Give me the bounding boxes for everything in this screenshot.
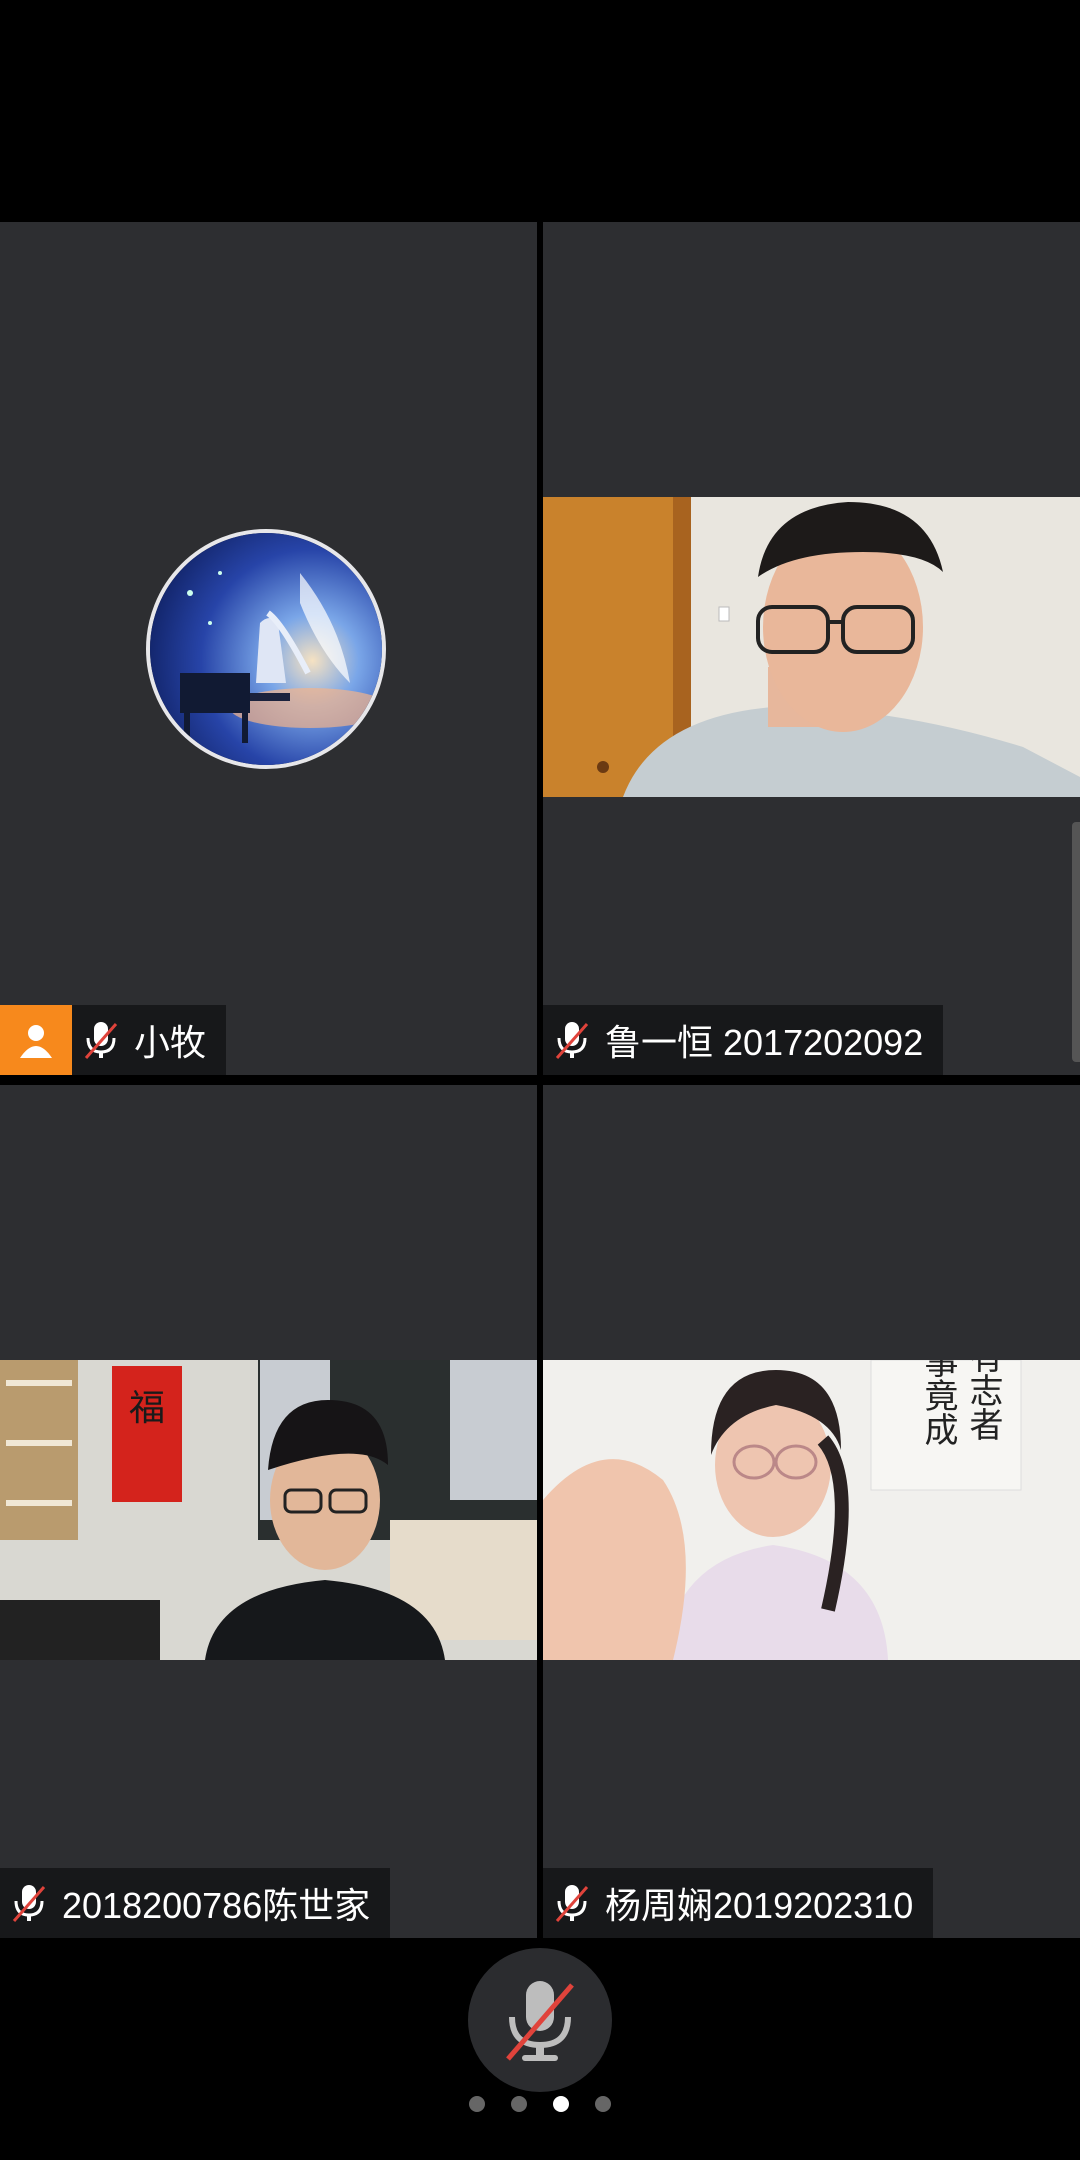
video-frame-image: 有志者 事竟成 [543, 1360, 1080, 1660]
participant-tile-2[interactable]: 鲁一恒 2017202092 [543, 222, 1080, 1075]
scroll-handle[interactable] [1072, 822, 1080, 1062]
participant-name: 杨周娴2019202310 [605, 1885, 914, 1926]
video-grid: 小牧 鲁一恒 2017202092 福 2018200786陈世家 有志者 事竟… [0, 222, 1080, 1938]
host-badge [0, 1005, 72, 1075]
person-icon [20, 1025, 52, 1058]
participant-avatar [146, 529, 386, 769]
mic-muted-icon [72, 1005, 130, 1075]
page-dot-4[interactable] [595, 2096, 611, 2112]
poster-char: 福 [129, 1388, 165, 1429]
video-frame-image: 福 [0, 1360, 537, 1660]
mic-muted-icon [0, 1868, 58, 1938]
participant-name: 2018200786陈世家 [62, 1885, 371, 1926]
participant-label: 小牧 [0, 1005, 227, 1075]
self-mic-toggle-button[interactable] [468, 1948, 612, 2092]
participant-label: 杨周娴2019202310 [543, 1868, 934, 1938]
mic-muted-icon [506, 1981, 574, 2061]
page-dot-3-active[interactable] [553, 2096, 569, 2112]
participant-name: 小牧 [134, 1022, 207, 1063]
participant-video [543, 497, 1080, 797]
participant-video: 福 [0, 1360, 537, 1660]
participant-name: 鲁一恒 2017202092 [605, 1022, 924, 1063]
mic-muted-icon [543, 1005, 601, 1075]
page-indicator [0, 2096, 1080, 2112]
participant-label: 2018200786陈世家 [0, 1868, 391, 1938]
participant-video: 有志者 事竟成 [543, 1360, 1080, 1660]
participant-label: 鲁一恒 2017202092 [543, 1005, 944, 1075]
mic-muted-icon [543, 1868, 601, 1938]
participant-tile-1[interactable]: 小牧 [0, 222, 537, 1075]
participant-tile-3[interactable]: 福 2018200786陈世家 [0, 1085, 537, 1938]
calligraphy-line-1: 有志者 [963, 1360, 1003, 1441]
page-dot-1[interactable] [469, 2096, 485, 2112]
participant-tile-4[interactable]: 有志者 事竟成 杨周娴2019202310 [543, 1085, 1080, 1938]
page-dot-2[interactable] [511, 2096, 527, 2112]
video-frame-image [543, 497, 1080, 797]
calligraphy-line-2: 事竟成 [918, 1360, 958, 1446]
avatar-anime-piano-icon [150, 533, 382, 765]
